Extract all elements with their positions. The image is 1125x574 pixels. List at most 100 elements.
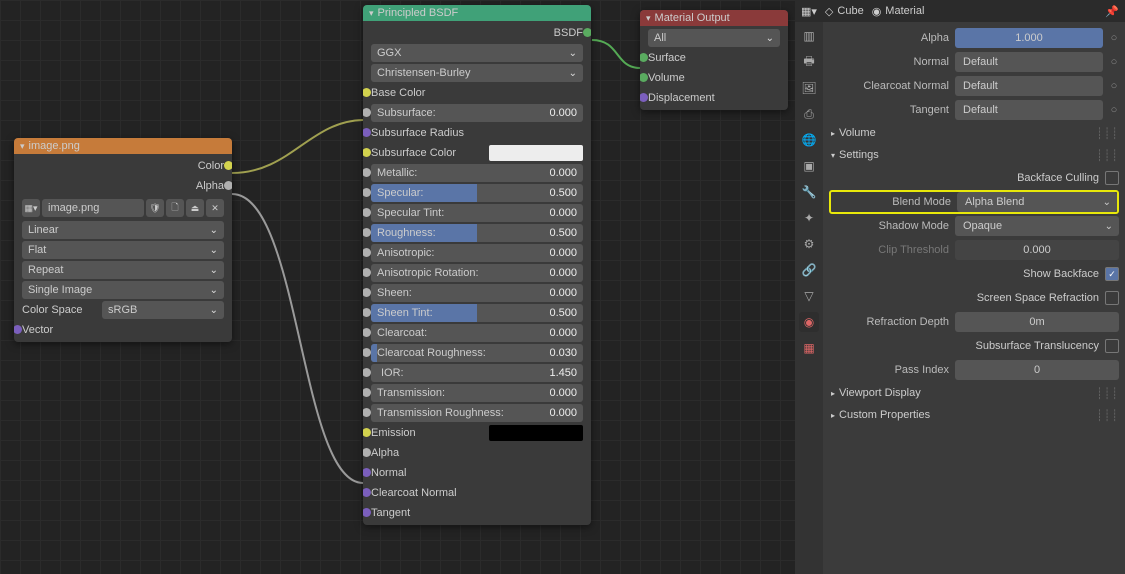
tab-data-icon[interactable]: ▽ [799, 286, 819, 306]
fake-user-icon[interactable]: 🛡 [146, 199, 164, 217]
node-material-output[interactable]: ▾Material Output All Surface Volume Disp… [640, 10, 788, 110]
socket-color-out[interactable]: Color [18, 156, 228, 176]
collapse-icon[interactable]: ▾ [646, 13, 651, 24]
tab-physics-icon[interactable]: ⚙ [799, 234, 819, 254]
node-image-texture[interactable]: ▾image.png Color Alpha ▦▾ image.png 🛡 🗋 … [14, 138, 232, 342]
link-icon[interactable]: ○ [1109, 80, 1119, 92]
properties-tab-column: ▥ 🖶 🖼 ⎙ 🌐 ▣ 🔧 ✦ ⚙ 🔗 ▽ ◉ ▦ [795, 22, 823, 574]
node-principled-bsdf[interactable]: ▾Principled BSDF BSDF GGX Christensen-Bu… [363, 5, 591, 525]
projection-select[interactable]: Flat [22, 241, 224, 259]
tab-material-icon[interactable]: ◉ [799, 312, 819, 332]
link-icon[interactable]: ○ [1109, 104, 1119, 116]
section-custom-properties[interactable]: ▸Custom Properties┊┊┊ [829, 404, 1119, 426]
emission-color-swatch[interactable] [489, 425, 583, 441]
refraction-depth-field[interactable]: 0m [955, 312, 1119, 332]
target-select[interactable]: All [648, 29, 780, 47]
tab-viewlayer-icon[interactable]: 🖼 [799, 78, 819, 98]
tab-particles-icon[interactable]: ✦ [799, 208, 819, 228]
normal-label: Normal [829, 56, 949, 68]
socket-aniso-rot[interactable]: Anisotropic Rotation:0.000 [367, 263, 587, 283]
mode-select[interactable]: ▦▾ [801, 5, 817, 18]
backface-culling-label: Backface Culling [1017, 172, 1099, 184]
node-header[interactable]: ▾image.png [14, 138, 232, 154]
ssr-label: Screen Space Refraction [977, 292, 1099, 304]
pass-index-label: Pass Index [829, 364, 949, 376]
socket-tangent-in[interactable]: Tangent [367, 503, 587, 523]
section-viewport-display[interactable]: ▸Viewport Display┊┊┊ [829, 382, 1119, 404]
open-image-icon[interactable]: 🗋 [166, 199, 184, 217]
show-backface-checkbox[interactable]: ✓ [1105, 267, 1119, 281]
image-name-field[interactable]: image.png [42, 199, 144, 217]
tab-constraint-icon[interactable]: 🔗 [799, 260, 819, 280]
tangent-field[interactable]: Default [955, 100, 1103, 120]
socket-clearcoat-normal-in[interactable]: Clearcoat Normal [367, 483, 587, 503]
clearcoat-normal-label: Clearcoat Normal [829, 80, 949, 92]
tab-render-icon[interactable]: ▥ [799, 26, 819, 46]
socket-normal-in[interactable]: Normal [367, 463, 587, 483]
extension-select[interactable]: Repeat [22, 261, 224, 279]
tab-scene-icon[interactable]: ⎙ [799, 104, 819, 124]
node-editor-canvas[interactable]: ▾image.png Color Alpha ▦▾ image.png 🛡 🗋 … [0, 0, 795, 574]
backface-culling-checkbox[interactable] [1105, 171, 1119, 185]
tab-modifier-icon[interactable]: 🔧 [799, 182, 819, 202]
socket-trans-rough[interactable]: Transmission Roughness:0.000 [367, 403, 587, 423]
socket-metallic[interactable]: Metallic:0.000 [367, 163, 587, 183]
socket-bsdf-out[interactable]: BSDF [367, 23, 587, 43]
socket-volume-in[interactable]: Volume [644, 68, 784, 88]
section-volume[interactable]: ▸Volume┊┊┊ [829, 122, 1119, 144]
socket-subsurface[interactable]: Subsurface:0.000 [367, 103, 587, 123]
socket-clearcoat-rough[interactable]: Clearcoat Roughness:0.030 [367, 343, 587, 363]
link-icon[interactable]: ○ [1109, 56, 1119, 68]
socket-ior[interactable]: IOR:1.450 [367, 363, 587, 383]
subsurface-color-swatch[interactable] [489, 145, 583, 161]
socket-subsurface-color[interactable]: Subsurface Color [367, 143, 587, 163]
socket-anisotropic[interactable]: Anisotropic:0.000 [367, 243, 587, 263]
section-settings[interactable]: ▾Settings┊┊┊ [829, 144, 1119, 166]
socket-specular-tint[interactable]: Specular Tint:0.000 [367, 203, 587, 223]
sss-translucency-label: Subsurface Translucency [975, 340, 1099, 352]
tab-texture-icon[interactable]: ▦ [799, 338, 819, 358]
socket-sheen-tint[interactable]: Sheen Tint:0.500 [367, 303, 587, 323]
sss-translucency-checkbox[interactable] [1105, 339, 1119, 353]
socket-alpha-out[interactable]: Alpha [18, 176, 228, 196]
blend-mode-label: Blend Mode [831, 196, 951, 208]
socket-transmission[interactable]: Transmission:0.000 [367, 383, 587, 403]
socket-sheen[interactable]: Sheen:0.000 [367, 283, 587, 303]
clearcoat-normal-field[interactable]: Default [955, 76, 1103, 96]
unpack-icon[interactable]: ⏏ [186, 199, 204, 217]
socket-base-color[interactable]: Base Color [367, 83, 587, 103]
socket-clearcoat[interactable]: Clearcoat:0.000 [367, 323, 587, 343]
socket-roughness[interactable]: Roughness:0.500 [367, 223, 587, 243]
pin-icon[interactable]: 📌 [1105, 5, 1119, 18]
node-header[interactable]: ▾Principled BSDF [363, 5, 591, 21]
socket-emission[interactable]: Emission [367, 423, 587, 443]
ssr-checkbox[interactable] [1105, 291, 1119, 305]
tab-object-icon[interactable]: ▣ [799, 156, 819, 176]
blend-mode-select[interactable]: Alpha Blend [957, 192, 1117, 212]
socket-vector-in[interactable]: Vector [18, 320, 228, 340]
tab-output-icon[interactable]: 🖶 [799, 52, 819, 72]
shadow-mode-select[interactable]: Opaque [955, 216, 1119, 236]
colorspace-select[interactable]: sRGB [102, 301, 224, 319]
source-select[interactable]: Single Image [22, 281, 224, 299]
collapse-icon[interactable]: ▾ [20, 141, 25, 152]
socket-specular[interactable]: Specular:0.500 [367, 183, 587, 203]
socket-alpha-in[interactable]: Alpha [367, 443, 587, 463]
alpha-field[interactable]: 1.000 [955, 28, 1103, 48]
material-breadcrumb[interactable]: ◉ Material [872, 5, 925, 18]
socket-surface-in[interactable]: Surface [644, 48, 784, 68]
tab-world-icon[interactable]: 🌐 [799, 130, 819, 150]
distribution-select[interactable]: GGX [371, 44, 583, 62]
pass-index-field[interactable]: 0 [955, 360, 1119, 380]
subsurf-method-select[interactable]: Christensen-Burley [371, 64, 583, 82]
socket-displacement-in[interactable]: Displacement [644, 88, 784, 108]
object-breadcrumb[interactable]: ◇ Cube [825, 5, 864, 18]
unlink-icon[interactable]: ✕ [206, 199, 224, 217]
collapse-icon[interactable]: ▾ [369, 8, 374, 19]
image-browse-icon[interactable]: ▦▾ [22, 199, 40, 217]
normal-field[interactable]: Default [955, 52, 1103, 72]
link-icon[interactable]: ○ [1109, 32, 1119, 44]
interpolation-select[interactable]: Linear [22, 221, 224, 239]
node-header[interactable]: ▾Material Output [640, 10, 788, 26]
socket-subsurface-radius[interactable]: Subsurface Radius [367, 123, 587, 143]
